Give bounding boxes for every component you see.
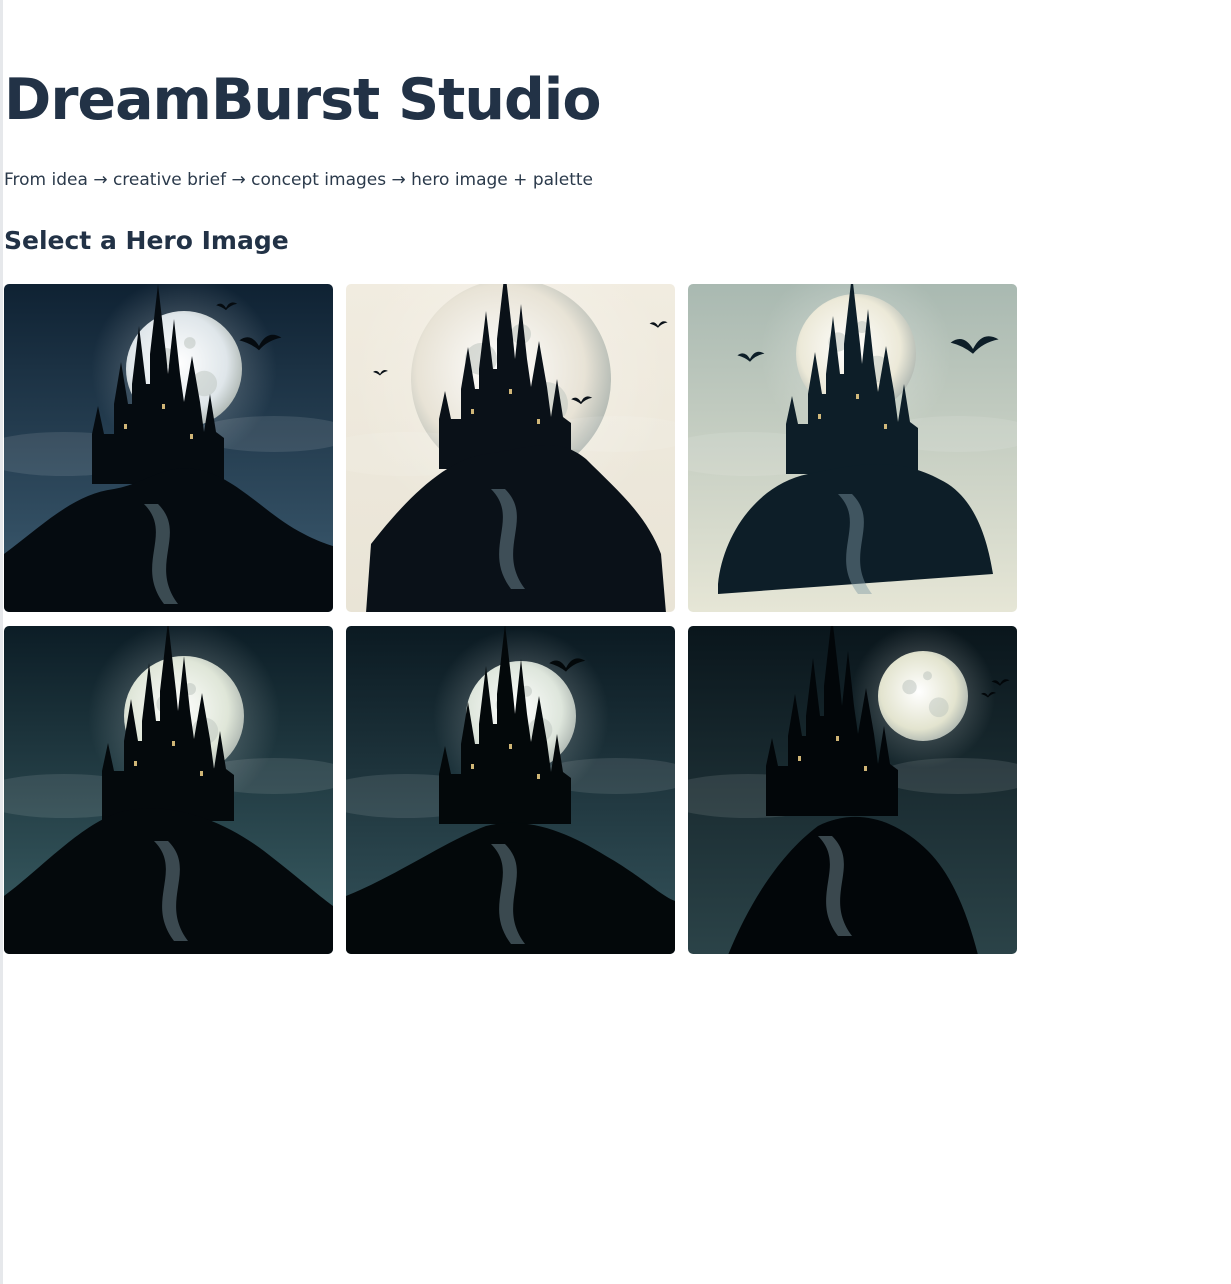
hero-image-option-2[interactable] (346, 284, 675, 612)
hero-image-option-3[interactable] (688, 284, 1017, 612)
page-left-border (0, 0, 3, 1284)
hero-image-option-1[interactable] (4, 284, 333, 612)
hero-image-option-4[interactable] (4, 626, 333, 954)
castle-moon-illustration (4, 284, 333, 612)
castle-moon-illustration (688, 284, 1017, 612)
castle-moon-illustration (346, 284, 675, 612)
section-heading: Select a Hero Image (4, 226, 289, 255)
hero-image-option-6[interactable] (688, 626, 1017, 954)
castle-moon-illustration (688, 626, 1017, 954)
hero-image-gallery (4, 284, 1017, 954)
hero-image-option-5[interactable] (346, 626, 675, 954)
castle-moon-illustration (346, 626, 675, 954)
app-subtitle: From idea → creative brief → concept ima… (4, 170, 593, 190)
app-title: DreamBurst Studio (4, 67, 601, 133)
castle-moon-illustration (4, 626, 333, 954)
